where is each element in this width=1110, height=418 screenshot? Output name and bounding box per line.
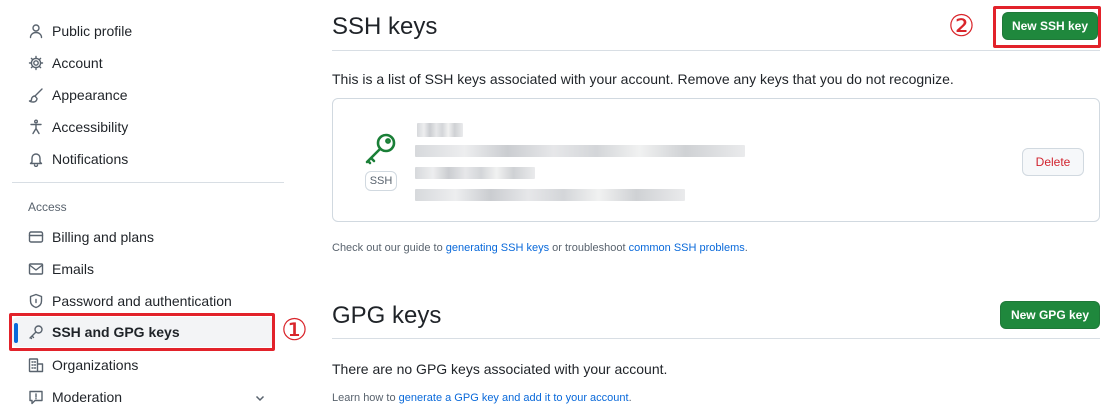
sidebar-divider: [12, 182, 284, 183]
sidebar-item-label: Accessibility: [52, 119, 129, 135]
mail-icon: [28, 261, 44, 277]
ssh-guide-prefix: Check out our guide to: [332, 242, 446, 254]
redacted-key-added: [415, 167, 535, 179]
sidebar-section-access: Access: [28, 200, 67, 214]
sidebar-item-accessibility[interactable]: Accessibility: [12, 112, 274, 142]
new-gpg-key-button[interactable]: New GPG key: [1000, 301, 1100, 329]
step-marker-1: ①: [281, 313, 308, 348]
ssh-keys-title: SSH keys: [332, 13, 438, 40]
ssh-guide-middle: or troubleshoot: [549, 242, 629, 254]
sidebar-item-label: Organizations: [52, 357, 139, 373]
sidebar-item-organizations[interactable]: Organizations: [12, 350, 274, 380]
highlight-box-ssh-gpg-keys: [9, 313, 275, 351]
redacted-key-title: [417, 123, 463, 137]
key-icon: [363, 131, 399, 167]
ssh-guide-suffix: .: [744, 242, 748, 254]
ssh-type-badge: SSH: [365, 171, 397, 191]
sidebar-item-emails[interactable]: Emails: [12, 254, 274, 284]
gpg-learn-prefix: Learn how to: [332, 392, 399, 404]
ssh-guide-text: Check out our guide to generating SSH ke…: [332, 242, 748, 254]
generate-gpg-key-link[interactable]: generate a GPG key and add it to your ac…: [399, 392, 629, 404]
delete-ssh-key-button[interactable]: Delete: [1022, 148, 1084, 176]
gpg-learn-text: Learn how to generate a GPG key and add …: [332, 392, 632, 404]
person-icon: [28, 23, 44, 39]
paintbrush-icon: [28, 87, 44, 103]
accessibility-icon: [28, 119, 44, 135]
gpg-empty-text: There are no GPG keys associated with yo…: [332, 361, 668, 377]
sidebar-item-label: Notifications: [52, 151, 129, 167]
sidebar-item-label: Billing and plans: [52, 229, 154, 245]
credit-card-icon: [28, 229, 44, 245]
sidebar-item-account[interactable]: Account: [12, 48, 274, 78]
settings-sidebar: Public profile Account Appearance Access…: [0, 0, 300, 418]
gpg-title-divider: [332, 338, 1100, 339]
new-ssh-key-button[interactable]: New SSH key: [1002, 12, 1098, 40]
sidebar-item-label: Password and authentication: [52, 293, 232, 309]
bell-icon: [28, 151, 44, 167]
ssh-description: This is a list of SSH keys associated wi…: [332, 71, 954, 87]
shield-lock-icon: [28, 293, 44, 309]
main-content: SSH keys New SSH key This is a list of S…: [332, 0, 1100, 418]
sidebar-item-billing[interactable]: Billing and plans: [12, 222, 274, 252]
generating-ssh-keys-link[interactable]: generating SSH keys: [446, 242, 549, 254]
sidebar-item-label: Account: [52, 55, 103, 71]
sidebar-item-label: Moderation: [52, 389, 123, 405]
gpg-learn-suffix: .: [628, 392, 632, 404]
sidebar-item-label: Appearance: [52, 87, 128, 103]
redacted-key-fingerprint: [415, 145, 745, 157]
organization-icon: [28, 357, 44, 373]
gear-icon: [28, 55, 44, 71]
ssh-key-list-item: SSH Delete: [332, 98, 1100, 222]
sidebar-item-label: Public profile: [52, 23, 133, 39]
report-icon: [28, 389, 44, 405]
sidebar-item-notifications[interactable]: Notifications: [12, 144, 274, 174]
sidebar-item-appearance[interactable]: Appearance: [12, 80, 274, 110]
ssh-title-divider: [332, 50, 1100, 51]
sidebar-item-label: Emails: [52, 261, 95, 277]
chevron-down-icon[interactable]: [254, 391, 266, 403]
sidebar-item-moderation[interactable]: Moderation: [12, 382, 274, 412]
sidebar-item-public-profile[interactable]: Public profile: [12, 16, 274, 46]
common-ssh-problems-link[interactable]: common SSH problems: [629, 242, 745, 254]
redacted-key-last-used: [415, 189, 685, 201]
sidebar-item-password[interactable]: Password and authentication: [12, 286, 274, 316]
gpg-keys-title: GPG keys: [332, 302, 442, 329]
